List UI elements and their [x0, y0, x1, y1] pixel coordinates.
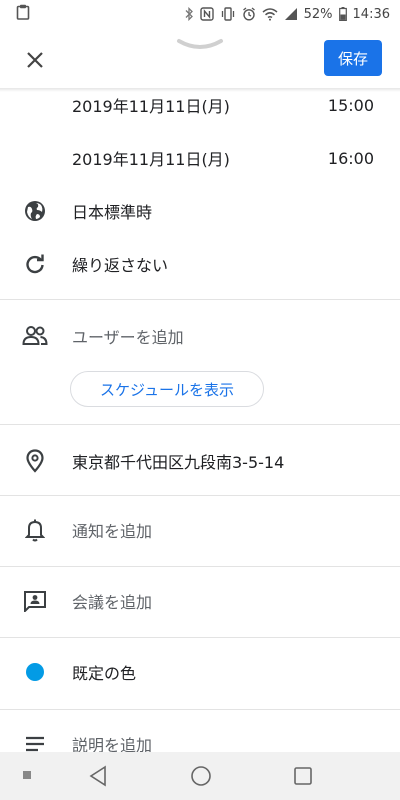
add-notification-label: 通知を追加 [72, 522, 153, 541]
conference-icon [22, 588, 48, 614]
add-notification-row[interactable]: 通知を追加 [0, 516, 400, 544]
location-label: 東京都千代田区九段南3-5-14 [72, 453, 285, 472]
nfc-icon [199, 7, 214, 21]
repeat-icon [22, 251, 48, 277]
home-button[interactable] [190, 765, 212, 787]
app-bar: 保存 [0, 28, 400, 90]
bell-icon [22, 517, 48, 543]
recents-square-icon [294, 767, 312, 785]
end-time[interactable]: 16:00 [328, 149, 374, 168]
battery-percent: 52% [303, 6, 333, 22]
battery-icon [338, 7, 347, 21]
event-color-label: 既定の色 [72, 664, 137, 683]
location-row[interactable]: 東京都千代田区九段南3-5-14 [0, 447, 400, 475]
divider [0, 566, 400, 567]
status-icons: 52% 14:36 [184, 7, 390, 22]
start-time[interactable]: 15:00 [328, 96, 374, 115]
clipboard-notification-icon [16, 4, 30, 24]
people-icon [22, 323, 48, 349]
start-datetime-row: 2019年11月11日(月) 15:00 [0, 92, 400, 118]
home-circle-icon [191, 766, 211, 786]
divider [0, 495, 400, 496]
location-pin-icon [22, 448, 48, 474]
end-date[interactable]: 2019年11月11日(月) [72, 146, 230, 170]
signal-icon [284, 7, 298, 21]
alarm-icon [242, 7, 256, 21]
bluetooth-icon [184, 7, 194, 21]
divider [0, 424, 400, 425]
nav-dot-icon [22, 770, 32, 780]
divider [0, 299, 400, 300]
add-guests-row[interactable]: ユーザーを追加 [0, 322, 400, 350]
timezone-label: 日本標準時 [72, 203, 153, 222]
system-nav-bar [0, 752, 400, 800]
end-datetime-row: 2019年11月11日(月) 16:00 [0, 145, 400, 171]
vibrate-icon [220, 7, 236, 21]
add-conference-label: 会議を追加 [72, 593, 153, 612]
timezone-row[interactable]: 日本標準時 [0, 197, 400, 225]
back-triangle-icon [89, 765, 106, 787]
save-button[interactable]: 保存 [324, 40, 382, 76]
divider [0, 637, 400, 638]
repeat-row[interactable]: 繰り返さない [0, 250, 400, 278]
view-schedule-button[interactable]: スケジュールを表示 [70, 371, 264, 407]
add-guests-label: ユーザーを追加 [72, 328, 184, 347]
globe-icon [22, 198, 48, 224]
add-conference-row[interactable]: 会議を追加 [0, 587, 400, 615]
status-time: 14:36 [352, 6, 390, 22]
color-dot-icon [26, 663, 44, 681]
divider [0, 709, 400, 710]
repeat-label: 繰り返さない [72, 256, 169, 275]
back-button[interactable] [88, 765, 108, 787]
close-button[interactable] [20, 45, 50, 75]
status-bar: 52% 14:36 [0, 0, 400, 28]
close-icon [27, 52, 43, 68]
recents-button[interactable] [293, 766, 313, 786]
color-swatch [22, 659, 48, 685]
chevron-down-icon [177, 39, 223, 49]
start-date[interactable]: 2019年11月11日(月) [72, 93, 230, 117]
wifi-icon [262, 7, 278, 21]
event-color-row[interactable]: 既定の色 [0, 658, 400, 686]
sheet-drag-handle[interactable] [175, 36, 225, 50]
